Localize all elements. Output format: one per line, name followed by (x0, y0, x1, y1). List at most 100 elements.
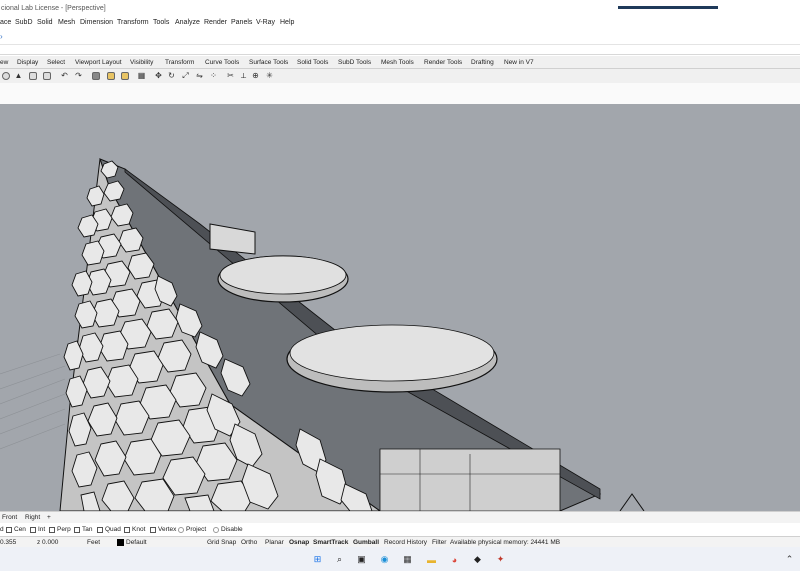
chevron-up-icon[interactable]: ⌃ (783, 553, 796, 566)
trim-icon[interactable]: ✂ (225, 70, 236, 81)
tab-right[interactable]: Right (25, 514, 40, 521)
menu-item-render[interactable]: Render (204, 19, 227, 26)
redo-icon[interactable]: ↷ (73, 70, 84, 81)
tab-mesh-tools[interactable]: Mesh Tools (381, 59, 414, 66)
save-icon[interactable] (119, 70, 130, 81)
file-explorer-icon[interactable]: ▬ (425, 553, 438, 566)
radio-icon[interactable] (178, 526, 184, 533)
undo-icon[interactable]: ↶ (59, 70, 70, 81)
osnap-int[interactable]: Int (30, 526, 45, 533)
toolbar-tabs: ew Display Select Viewport Layout Visibi… (0, 56, 800, 69)
rooftop-box (209, 223, 256, 255)
osnap-cen[interactable]: Cen (6, 526, 26, 533)
menu-item-vray[interactable]: V-Ray (256, 19, 275, 26)
planar-toggle[interactable]: Planar (265, 539, 284, 546)
command-input[interactable] (0, 45, 800, 55)
chrome-icon[interactable]: ◕ (448, 553, 461, 566)
tab-drafting[interactable]: Drafting (471, 59, 494, 66)
tab-select[interactable]: Select (47, 59, 65, 66)
scale-icon[interactable]: ⤢ (180, 70, 191, 81)
osnap-knot[interactable]: Knot (124, 526, 145, 533)
osnap-quad[interactable]: Quad (97, 526, 121, 533)
explode-icon[interactable]: ✳ (264, 70, 275, 81)
tab-front[interactable]: Front (2, 514, 17, 521)
rotate-icon[interactable]: ↻ (166, 70, 177, 81)
checkbox-icon[interactable] (6, 526, 12, 533)
array-icon[interactable]: ⁘ (208, 70, 219, 81)
layer-color-swatch[interactable] (117, 539, 124, 546)
rhino-icon[interactable]: ✦ (494, 553, 507, 566)
menu-item-subd[interactable]: SubD (15, 19, 33, 26)
task-view-icon[interactable]: ▣ (355, 553, 368, 566)
units: Feet (87, 539, 101, 546)
windows-start-icon[interactable]: ⊞ (311, 553, 324, 566)
cone-icon[interactable]: ▲ (13, 70, 24, 81)
layer-icon[interactable] (90, 70, 101, 81)
cylinder-icon[interactable] (27, 70, 38, 81)
tab-new-in-v7[interactable]: New in V7 (504, 59, 534, 66)
memory-status: Available physical memory: 24441 MB (450, 539, 561, 546)
move-icon[interactable]: ✥ (153, 70, 164, 81)
checkbox-icon[interactable] (97, 526, 103, 533)
tab-render-tools[interactable]: Render Tools (424, 59, 462, 66)
open-folder-icon[interactable] (105, 70, 116, 81)
osnap-project[interactable]: Project (178, 526, 206, 533)
menu-item-help[interactable]: Help (280, 19, 294, 26)
tab-solid-tools[interactable]: Solid Tools (297, 59, 328, 66)
menu-item-transform[interactable]: Transform (117, 19, 149, 26)
menu-item-tools[interactable]: Tools (153, 19, 169, 26)
menu-item-surface[interactable]: ace (0, 19, 11, 26)
ground-grid (0, 353, 66, 450)
filter-toggle[interactable]: Filter (432, 539, 446, 546)
menu-item-mesh[interactable]: Mesh (58, 19, 75, 26)
menu-item-dimension[interactable]: Dimension (80, 19, 113, 26)
smarttrack-toggle[interactable]: SmartTrack (313, 539, 348, 546)
join-icon[interactable]: ⊕ (250, 70, 261, 81)
command-history: › (0, 29, 800, 45)
checkbox-icon[interactable] (74, 526, 80, 533)
menu-item-panels[interactable]: Panels (231, 19, 252, 26)
checkbox-icon[interactable] (30, 526, 36, 533)
tab-surface-tools[interactable]: Surface Tools (249, 59, 288, 66)
app-icon[interactable]: ◆ (471, 553, 484, 566)
add-viewport-icon[interactable]: + (47, 514, 51, 521)
box-icon[interactable] (41, 70, 52, 81)
grid-snap-toggle[interactable]: Grid Snap (207, 539, 236, 546)
viewport-tabs: Front Right + (0, 511, 800, 523)
tab-subd-tools[interactable]: SubD Tools (338, 59, 371, 66)
mirror-icon[interactable]: ⇋ (194, 70, 205, 81)
split-icon[interactable]: ⟂ (238, 70, 249, 81)
tab-curve-tools[interactable]: Curve Tools (205, 59, 239, 66)
osnap-tan[interactable]: Tan (74, 526, 92, 533)
record-history-toggle[interactable]: Record History (384, 539, 427, 546)
gumball-toggle[interactable]: Gumball (353, 539, 379, 546)
radio-icon[interactable] (213, 526, 219, 533)
osnap-bar: d Cen Int Perp Tan Quad Knot Vertex Proj… (0, 524, 800, 536)
osnap-perp[interactable]: Perp (49, 526, 71, 533)
tab-transform[interactable]: Transform (165, 59, 194, 66)
tab-visibility[interactable]: Visibility (130, 59, 153, 66)
search-icon[interactable]: ⌕ (333, 553, 346, 566)
edge-icon[interactable]: ◉ (378, 553, 391, 566)
menu-item-solid[interactable]: Solid (37, 19, 53, 26)
checkbox-icon[interactable] (150, 526, 156, 533)
osnap-toggle[interactable]: Osnap (289, 539, 309, 546)
chevron-icon[interactable]: › (0, 32, 3, 41)
perspective-viewport[interactable] (0, 104, 800, 511)
store-icon[interactable]: ▦ (401, 553, 414, 566)
checkbox-icon[interactable] (124, 526, 130, 533)
tab-viewport-layout[interactable]: Viewport Layout (75, 59, 122, 66)
osnap-vertex[interactable]: Vertex (150, 526, 176, 533)
tab-view[interactable]: ew (0, 59, 8, 66)
grid-icon[interactable]: ▦ (136, 70, 147, 81)
ortho-toggle[interactable]: Ortho (241, 539, 257, 546)
menu-item-analyze[interactable]: Analyze (175, 19, 200, 26)
status-bar: 0.355 z 0.000 Feet Default Grid Snap Ort… (0, 536, 800, 547)
tab-display[interactable]: Display (17, 59, 38, 66)
window-title: cional Lab License - [Perspective] (1, 5, 106, 12)
current-layer[interactable]: Default (126, 539, 147, 546)
checkbox-icon[interactable] (49, 526, 55, 533)
sphere-icon[interactable] (0, 70, 11, 81)
osnap-disable[interactable]: Disable (213, 526, 243, 533)
coord-z: z 0.000 (37, 539, 59, 546)
